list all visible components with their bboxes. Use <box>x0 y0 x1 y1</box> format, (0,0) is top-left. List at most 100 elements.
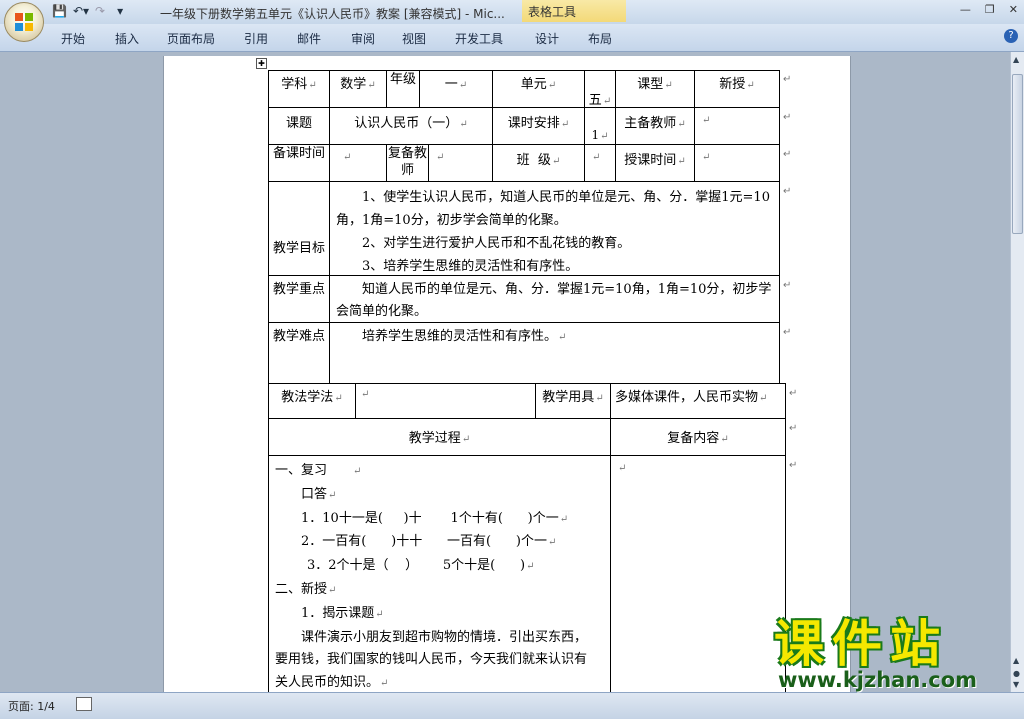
cell-lesson-type-value[interactable]: 新授↵ <box>694 70 780 108</box>
cell-hours-value[interactable]: 1↵ <box>584 107 616 145</box>
cell-hours-label[interactable]: 课时安排↵ <box>492 107 585 145</box>
process-line: 口答↵ <box>301 486 337 502</box>
process-header: 教学过程 <box>408 431 461 446</box>
process-line: 3．2个十是（ ） 5个十是( )↵ <box>307 558 535 574</box>
tab-design[interactable]: 设计 <box>535 30 559 47</box>
vertical-scrollbar[interactable]: ▲ ▲ ● ▼ <box>1010 52 1024 692</box>
teacher-label: 主备教师 <box>624 116 677 131</box>
browse-object-icon[interactable]: ● <box>1013 669 1020 678</box>
difficulty-text: 培养学生思维的灵活性和有序性。 <box>362 329 558 344</box>
cell-goals-label[interactable]: 教学目标 <box>268 181 330 276</box>
cell-class-label[interactable]: 班 级↵ <box>492 144 585 182</box>
goals-label: 教学目标 <box>272 241 325 256</box>
cell-review-teacher-label[interactable]: 复备教师 <box>386 144 429 182</box>
cell-topic-value[interactable]: 认识人民币（一）↵ <box>329 107 493 145</box>
scroll-up-icon[interactable]: ▲ <box>1013 55 1019 64</box>
hours-value: 1 <box>591 128 600 142</box>
key-points-text: 知道人民币的单位是元、角、分．掌握1元=10角，1角=10分，初步学会简单的化聚… <box>336 282 772 319</box>
cell-process-content[interactable]: 一、复习 ↵ 口答↵ 1．10十一是( )十 1个十有( )个一↵ 2．一百有( … <box>268 455 611 692</box>
row-end-marker: ↵ <box>789 460 798 471</box>
tab-insert[interactable]: 插入 <box>115 30 139 47</box>
cell-methods-value[interactable]: ↵ <box>355 383 536 419</box>
process-line: 1．10十一是( )十 1个十有( )个一↵ <box>301 510 569 526</box>
cell-key-points-content[interactable]: 知道人民币的单位是元、角、分．掌握1元=10角，1角=10分，初步学会简单的化聚… <box>329 275 780 323</box>
subject-value: 数学 <box>340 77 367 92</box>
tab-view[interactable]: 视图 <box>402 30 426 47</box>
cell-key-points-label[interactable]: 教学重点 <box>268 275 330 323</box>
row-end-marker: ↵ <box>789 388 798 399</box>
cell-goals-content[interactable]: 1、使学生认识人民币，知道人民币的单位是元、角、分．掌握1元=10角，1角=10… <box>329 181 780 276</box>
help-icon[interactable]: ? <box>1004 29 1018 43</box>
cell-tools-label[interactable]: 教学用具↵ <box>535 383 611 419</box>
class-label: 班 级 <box>516 153 551 168</box>
window-controls: — ❐ ✕ <box>960 3 1018 16</box>
tab-page-layout[interactable]: 页面布局 <box>167 30 215 47</box>
table-move-handle-icon[interactable]: ✚ <box>256 58 267 69</box>
cell-unit-label[interactable]: 单元↵ <box>492 70 585 108</box>
cell-subject-value[interactable]: 数学↵ <box>329 70 387 108</box>
cell-review-header[interactable]: 复备内容↵ <box>610 418 786 456</box>
row-end-marker: ↵ <box>783 74 792 85</box>
page-up-icon[interactable]: ▲ <box>1013 656 1019 665</box>
process-line: 课件演示小朋友到超市购物的情境．引出买东西， <box>301 629 588 645</box>
minimize-icon[interactable]: — <box>960 3 971 16</box>
tab-review[interactable]: 审阅 <box>351 30 375 47</box>
cell-teacher-label[interactable]: 主备教师↵ <box>615 107 695 145</box>
close-icon[interactable]: ✕ <box>1009 3 1018 16</box>
tab-home[interactable]: 开始 <box>61 30 85 47</box>
key-points-label: 教学重点 <box>272 282 325 297</box>
process-line: 1．揭示课题↵ <box>301 605 384 621</box>
office-button[interactable] <box>4 2 44 42</box>
review-header: 复备内容 <box>667 431 720 446</box>
cell-prep-time-value[interactable]: ↵ <box>329 144 387 182</box>
document-workspace: ✚ 学科↵ 数学↵ 年级 一↵ 单元↵ 五↵ 课型↵ 新授↵ 课题 认识人民币（… <box>0 52 1010 692</box>
cell-unit-value[interactable]: 五↵ <box>584 70 616 108</box>
spelling-check-icon[interactable] <box>76 697 92 711</box>
cell-lesson-type-label[interactable]: 课型↵ <box>615 70 695 108</box>
restore-icon[interactable]: ❐ <box>985 3 995 16</box>
cell-grade-label[interactable]: 年级 <box>386 70 420 108</box>
cell-grade-value[interactable]: 一↵ <box>419 70 493 108</box>
customize-qat-icon[interactable]: ▾ <box>117 4 123 18</box>
scrollbar-thumb[interactable] <box>1012 74 1023 234</box>
process-line: 二、新授↵ <box>275 581 337 597</box>
cell-difficulty-label[interactable]: 教学难点 <box>268 322 330 384</box>
cell-teach-time-label[interactable]: 授课时间↵ <box>615 144 695 182</box>
methods-label: 教法学法 <box>281 390 334 405</box>
cell-prep-time-label[interactable]: 备课时间 <box>268 144 330 182</box>
cell-topic-label[interactable]: 课题 <box>268 107 330 145</box>
cell-tools-value[interactable]: 多媒体课件，人民币实物↵ <box>610 383 786 419</box>
watermark-url: www.kjzhan.com <box>778 668 978 692</box>
lesson-type-label: 课型 <box>637 77 664 92</box>
row-end-marker: ↵ <box>783 112 792 123</box>
teach-time-label: 授课时间 <box>624 153 677 168</box>
status-bar: 页面: 1/4 <box>0 692 1024 719</box>
cell-methods-label[interactable]: 教法学法↵ <box>268 383 356 419</box>
cell-difficulty-content[interactable]: 培养学生思维的灵活性和有序性。↵ <box>329 322 780 384</box>
page-down-icon[interactable]: ▼ <box>1013 680 1019 689</box>
tab-mailings[interactable]: 邮件 <box>297 30 321 47</box>
unit-label: 单元 <box>520 77 547 92</box>
cell-process-header[interactable]: 教学过程↵ <box>268 418 611 456</box>
undo-icon[interactable]: ↶▾ <box>73 4 89 18</box>
document-page[interactable]: ✚ 学科↵ 数学↵ 年级 一↵ 单元↵ 五↵ 课型↵ 新授↵ 课题 认识人民币（… <box>163 56 851 692</box>
tab-layout[interactable]: 布局 <box>588 30 612 47</box>
tab-references[interactable]: 引用 <box>244 30 268 47</box>
cell-teacher-value[interactable]: ↵ <box>694 107 780 145</box>
grade-label: 年级 <box>389 72 416 87</box>
save-icon[interactable]: 💾 <box>52 4 67 18</box>
cell-teach-time-value[interactable]: ↵ <box>694 144 780 182</box>
redo-icon[interactable]: ↷ <box>95 4 105 18</box>
process-line: 要用钱，我们国家的钱叫人民币，今天我们就来认识有 <box>275 652 588 668</box>
row-end-marker: ↵ <box>783 186 792 197</box>
tab-developer[interactable]: 开发工具 <box>455 30 503 47</box>
goal-item-2: 2、对学生进行爱护人民币和不乱花钱的教育。 <box>362 236 631 251</box>
row-end-marker: ↵ <box>783 280 792 291</box>
cell-subject-label[interactable]: 学科↵ <box>268 70 330 108</box>
cell-class-value[interactable]: ↵ <box>584 144 616 182</box>
row-end-marker: ↵ <box>789 423 798 434</box>
cell-review-content[interactable]: ↵ <box>610 455 786 692</box>
title-bar: 💾 ↶▾ ↷ ▾ 一年级下册数学第五单元《认识人民币》教案 [兼容模式] - M… <box>0 0 1024 24</box>
cell-review-teacher-value[interactable]: ↵ <box>428 144 493 182</box>
page-indicator[interactable]: 页面: 1/4 <box>8 698 55 714</box>
